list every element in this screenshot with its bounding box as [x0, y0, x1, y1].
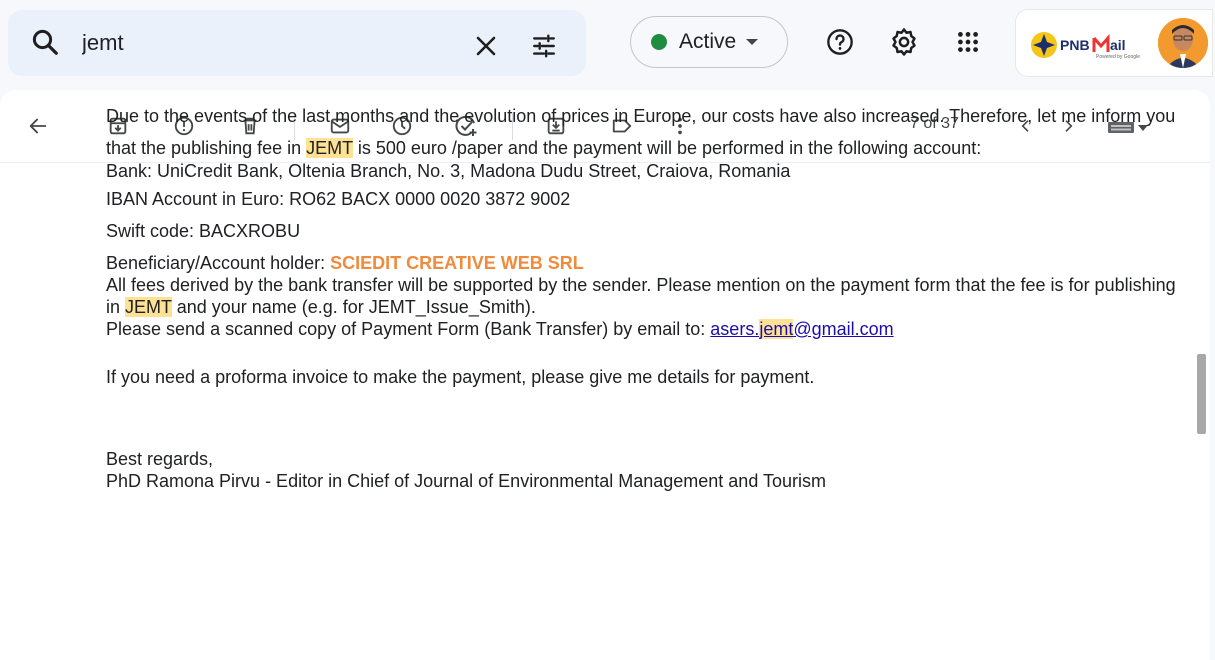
- search-icon[interactable]: [30, 27, 60, 57]
- email-link-part: asers.: [710, 319, 760, 339]
- email-link-part: @gmail.com: [793, 319, 894, 339]
- email-link[interactable]: asers.jemt@gmail.com: [710, 319, 894, 339]
- beneficiary-label: Beneficiary/Account holder:: [106, 253, 331, 273]
- status-label: Active: [679, 30, 737, 53]
- send-line: Please send a scanned copy of Payment Fo…: [106, 318, 1186, 340]
- fees-paragraph: All fees derived by the bank transfer wi…: [106, 274, 1186, 318]
- svg-text:PNB: PNB: [1060, 37, 1090, 53]
- iban-line: IBAN Account in Euro: RO62 BACX 0000 002…: [106, 189, 571, 209]
- arrow-back-icon[interactable]: [22, 110, 54, 142]
- close-icon[interactable]: [468, 28, 504, 64]
- text: and your name (e.g. for JEMT_Issue_Smith…: [171, 297, 536, 317]
- apps-grid-icon[interactable]: [950, 24, 986, 60]
- text: Please send a scanned copy of Payment Fo…: [106, 319, 711, 339]
- swift-line: Swift code: BACXROBU: [106, 221, 301, 241]
- search-input[interactable]: [82, 28, 462, 58]
- search-highlight: JEMT: [306, 138, 353, 158]
- text: is 500 euro /paper and the payment will …: [352, 138, 982, 158]
- account-area: PNB ail Powered by Google: [1016, 10, 1212, 76]
- search-highlight: jemt: [759, 319, 794, 339]
- search-bar: [8, 10, 586, 76]
- help-icon[interactable]: [822, 24, 858, 60]
- email-body: Due to the events of the last months and…: [106, 100, 1186, 492]
- top-bar: Active PNB ail Powered by Google: [0, 0, 1215, 90]
- status-dot: [651, 34, 667, 50]
- beneficiary-name: SCIEDIT CREATIVE WEB SRL: [330, 253, 584, 273]
- svg-text:Powered by Google: Powered by Google: [1096, 54, 1140, 60]
- signature-line: PhD Ramona Pirvu - Editor in Chief of Jo…: [106, 471, 827, 491]
- status-dropdown[interactable]: Active: [630, 16, 788, 68]
- svg-text:ail: ail: [1110, 37, 1126, 53]
- avatar[interactable]: [1158, 18, 1208, 68]
- tune-icon[interactable]: [524, 26, 564, 66]
- regards-line: Best regards,: [106, 449, 214, 469]
- beneficiary-line: Beneficiary/Account holder: SCIEDIT CREA…: [106, 252, 1186, 274]
- scrollbar[interactable]: [1194, 166, 1208, 660]
- chevron-down-icon: [746, 39, 759, 45]
- search-highlight: JEMT: [125, 297, 172, 317]
- pnb-mail-logo[interactable]: PNB ail Powered by Google: [1030, 30, 1142, 60]
- proforma-line: If you need a proforma invoice to make t…: [106, 367, 815, 387]
- fee-paragraph: Due to the events of the last months and…: [106, 100, 1186, 164]
- scrollbar-thumb[interactable]: [1197, 354, 1206, 434]
- gear-icon[interactable]: [884, 22, 924, 62]
- bank-line: Bank: UniCredit Bank, Oltenia Branch, No…: [106, 161, 791, 181]
